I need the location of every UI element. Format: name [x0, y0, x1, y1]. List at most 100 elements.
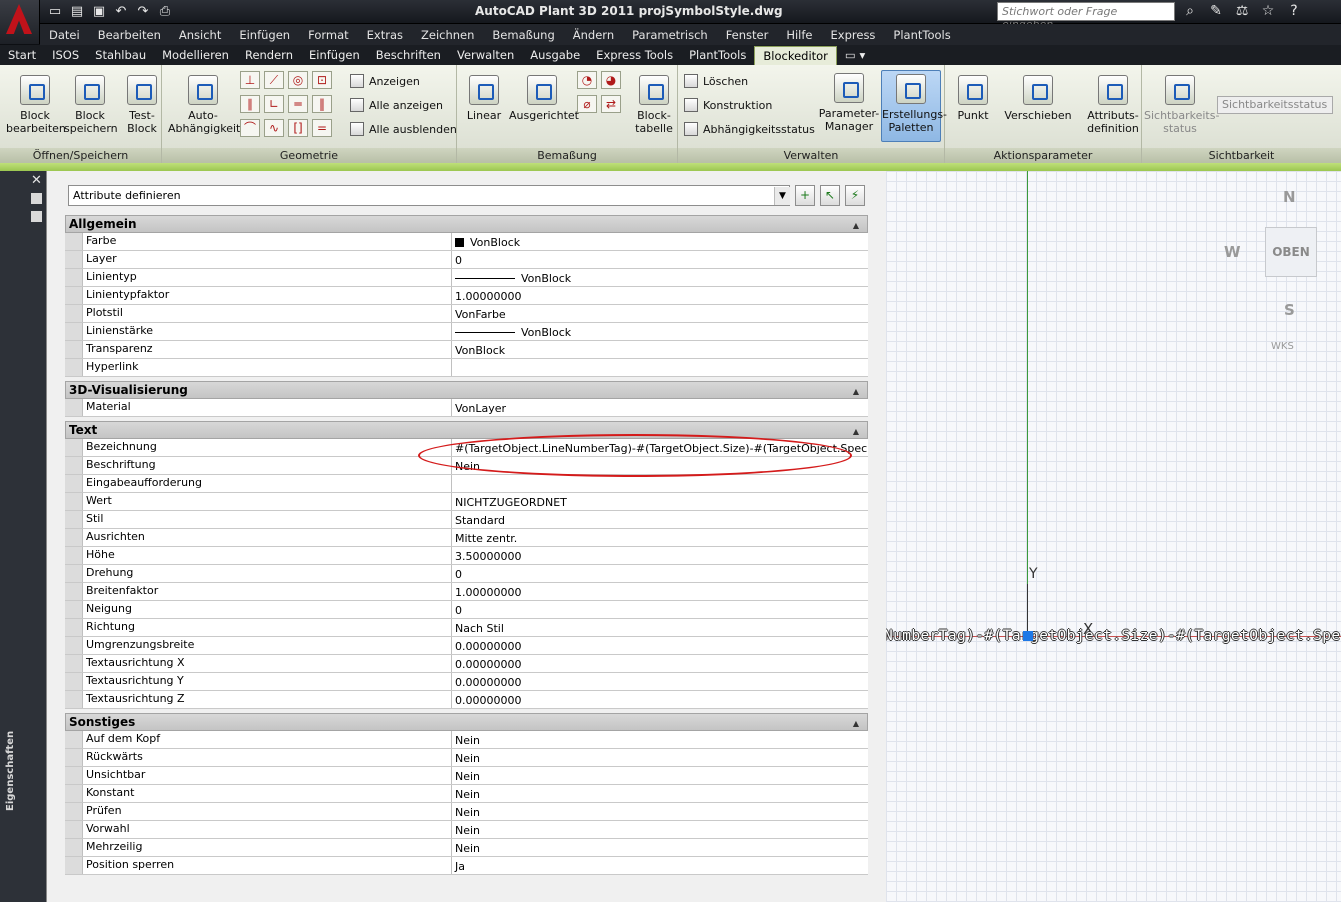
viewcube-north[interactable]: N	[1283, 188, 1296, 206]
property-row[interactable]: Stil Standard	[65, 511, 868, 529]
property-value[interactable]: 3.50000000	[452, 547, 868, 564]
parameter-manager-button[interactable]: Parameter-Manager	[818, 73, 880, 133]
property-row[interactable]: Position sperren Ja	[65, 857, 868, 875]
open-file-icon[interactable]: ▤	[68, 3, 86, 20]
select-objects-icon[interactable]: ↖	[820, 185, 840, 206]
menu-item[interactable]: Bearbeiten	[89, 28, 170, 42]
ribbon-options-icon[interactable]: ▭ ▾	[837, 46, 873, 65]
property-row[interactable]: Plotstil VonFarbe	[65, 305, 868, 323]
property-row[interactable]: Wert NICHTZUGEORDNET	[65, 493, 868, 511]
property-row[interactable]: Neigung 0	[65, 601, 868, 619]
visibility-state-select[interactable]: Sichtbarkeitsstatus	[1217, 96, 1333, 114]
aligned-button[interactable]: Ausgerichtet	[509, 75, 579, 122]
menu-item[interactable]: Express	[822, 28, 885, 42]
toggle-pickadd-icon[interactable]: +	[795, 185, 815, 206]
ribbon-tab[interactable]: PlantTools	[681, 46, 754, 65]
show-constraints-button[interactable]: Anzeigen	[350, 74, 420, 88]
property-row[interactable]: Umgrenzungsbreite 0.00000000	[65, 637, 868, 655]
convert-dim-icon[interactable]: ⇄	[601, 95, 621, 113]
property-value[interactable]: Mitte zentr.	[452, 529, 868, 546]
property-row[interactable]: Eingabeaufforderung	[65, 475, 868, 493]
property-row[interactable]: Textausrichtung X 0.00000000	[65, 655, 868, 673]
property-row[interactable]: Textausrichtung Z 0.00000000	[65, 691, 868, 709]
category-header[interactable]: 3D-Visualisierung	[65, 381, 868, 400]
horizontal-icon[interactable]: ═	[288, 95, 308, 113]
coincident-icon[interactable]: ⊥	[240, 71, 260, 89]
palette-properties-icon[interactable]	[31, 211, 42, 222]
fix-lock-icon[interactable]: ⊡	[312, 71, 332, 89]
category-header[interactable]: Sonstiges	[65, 713, 868, 732]
visibility-status-button[interactable]: Sichtbarkeits-status	[1144, 75, 1219, 135]
property-value[interactable]: 0.00000000	[452, 637, 868, 654]
block-edit-button[interactable]: Block bearbeiten	[6, 75, 66, 135]
help-search-input[interactable]: Stichwort oder Frage eingeben	[997, 2, 1175, 31]
property-row[interactable]: Transparenz VonBlock	[65, 341, 868, 359]
property-row[interactable]: Material VonLayer	[65, 399, 868, 417]
property-row[interactable]: Rückwärts Nein	[65, 749, 868, 767]
block-table-button[interactable]: Block-tabelle	[631, 75, 677, 135]
ribbon-tab[interactable]: Express Tools	[588, 46, 681, 65]
category-header[interactable]: Allgemein	[65, 215, 868, 234]
property-row[interactable]: Breitenfaktor 1.00000000	[65, 583, 868, 601]
property-value[interactable]: Nein	[452, 821, 868, 838]
ribbon-tab[interactable]: ISOS	[44, 46, 87, 65]
block-save-button[interactable]: Block speichern	[64, 75, 118, 135]
chevron-down-icon[interactable]: ▼	[774, 187, 790, 205]
property-row[interactable]: Textausrichtung Y 0.00000000	[65, 673, 868, 691]
menu-item[interactable]: Hilfe	[777, 28, 821, 42]
property-value[interactable]: 1.00000000	[452, 287, 868, 304]
property-row[interactable]: Hyperlink	[65, 359, 868, 377]
property-value[interactable]: Nein	[452, 731, 868, 748]
viewcube-top-face[interactable]: OBEN	[1265, 227, 1317, 277]
property-value[interactable]: 0	[452, 565, 868, 582]
authoring-palettes-button[interactable]: Erstellungs-Paletten	[881, 70, 947, 142]
undo-icon[interactable]: ↶	[112, 3, 130, 20]
subscription-icon[interactable]: ⚖	[1232, 3, 1252, 20]
ribbon-tab[interactable]: Blockeditor	[754, 46, 837, 65]
test-block-button[interactable]: Test-Block	[122, 75, 162, 135]
new-file-icon[interactable]: ▭	[46, 3, 64, 20]
delete-button[interactable]: Löschen	[684, 74, 748, 88]
perpendicular-icon[interactable]: ∟	[264, 95, 284, 113]
move-action-button[interactable]: Verschieben	[1003, 75, 1073, 122]
menu-item[interactable]: Fenster	[717, 28, 778, 42]
application-menu-button[interactable]	[0, 0, 40, 44]
property-value[interactable]	[452, 475, 868, 492]
quick-select-icon[interactable]: ⚡	[845, 185, 865, 206]
ribbon-tab[interactable]: Beschriften	[368, 46, 449, 65]
property-row[interactable]: Auf dem Kopf Nein	[65, 731, 868, 749]
property-value[interactable]: Nein	[452, 785, 868, 802]
parallel-icon[interactable]: ∥	[240, 95, 260, 113]
property-value[interactable]: VonBlock	[452, 233, 868, 250]
property-row[interactable]: Höhe 3.50000000	[65, 547, 868, 565]
menu-item[interactable]: Extras	[358, 28, 412, 42]
property-value[interactable]: Standard	[452, 511, 868, 528]
property-row[interactable]: Linientyp VonBlock	[65, 269, 868, 287]
menu-item[interactable]: PlantTools	[884, 28, 959, 42]
property-value[interactable]: Nach Stil	[452, 619, 868, 636]
property-row[interactable]: Unsichtbar Nein	[65, 767, 868, 785]
property-value[interactable]: 0.00000000	[452, 655, 868, 672]
ribbon-tab[interactable]: Verwalten	[449, 46, 522, 65]
tools-icon[interactable]: ✎	[1206, 3, 1226, 20]
property-value[interactable]: Nein	[452, 749, 868, 766]
property-row[interactable]: Richtung Nach Stil	[65, 619, 868, 637]
property-value[interactable]: 0	[452, 601, 868, 618]
hide-all-button[interactable]: Alle ausblenden	[350, 122, 457, 136]
property-row[interactable]: Farbe VonBlock	[65, 233, 868, 251]
vertical-icon[interactable]: ‖	[312, 95, 332, 113]
property-value[interactable]: 1.00000000	[452, 583, 868, 600]
menu-item[interactable]: Zeichnen	[412, 28, 483, 42]
property-value[interactable]: VonBlock	[452, 323, 868, 340]
collinear-icon[interactable]: ⟋	[264, 71, 284, 89]
symmetric-icon[interactable]: []	[288, 119, 308, 137]
ribbon-tab[interactable]: Ausgabe	[522, 46, 588, 65]
viewcube-west[interactable]: W	[1224, 243, 1241, 261]
menu-item[interactable]: Datei	[40, 28, 89, 42]
auto-dependency-button[interactable]: Auto-Abhängigkeit	[168, 75, 240, 135]
print-icon[interactable]: ⎙	[156, 3, 174, 20]
property-value[interactable]: 0	[452, 251, 868, 268]
property-row[interactable]: Prüfen Nein	[65, 803, 868, 821]
concentric-icon[interactable]: ◎	[288, 71, 308, 89]
tangent-icon[interactable]: ⌒	[240, 119, 260, 137]
